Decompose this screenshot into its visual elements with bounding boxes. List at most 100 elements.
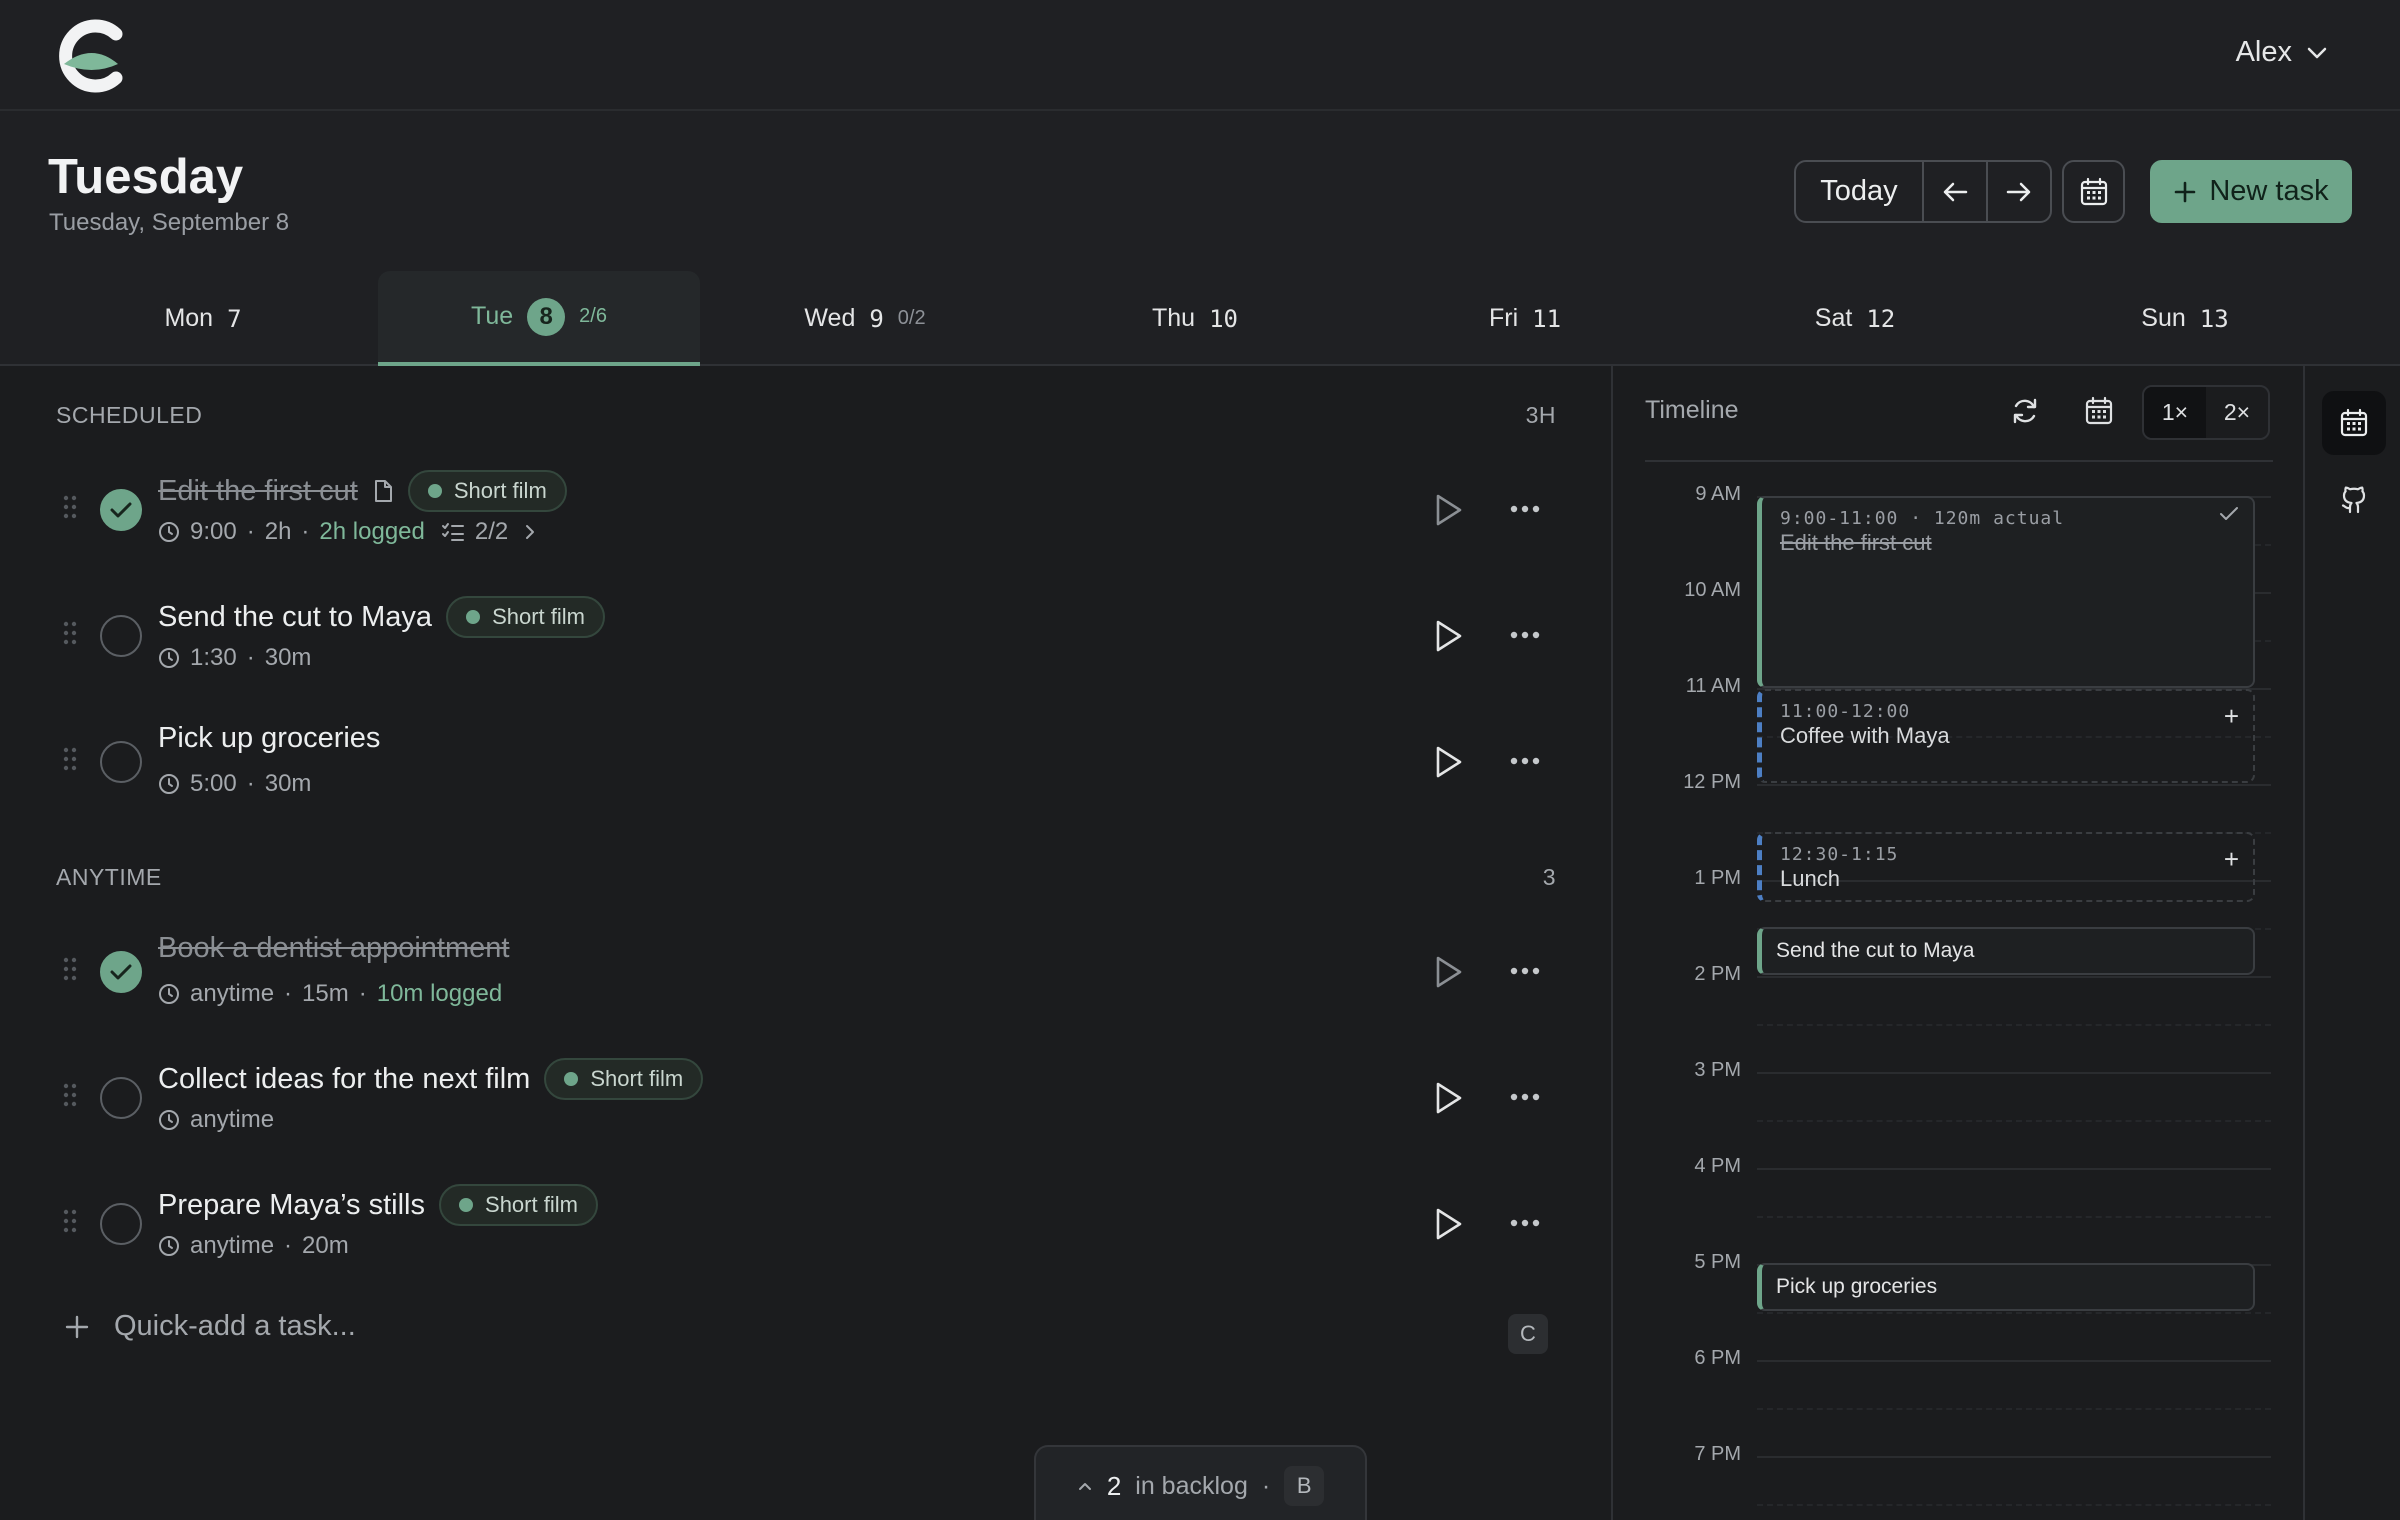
project-tag[interactable]: Short film (544, 1058, 704, 1100)
timeline-hour-line (1757, 1360, 2271, 1362)
calendar-icon (2080, 177, 2107, 205)
clock-icon (159, 984, 179, 1004)
project-tag[interactable]: Short film (446, 596, 605, 638)
more-options-icon[interactable] (1510, 756, 1540, 766)
backlog-label: in backlog (1135, 1471, 1248, 1500)
clock-icon (159, 774, 179, 794)
task-checkbox[interactable] (100, 741, 142, 783)
more-options-icon[interactable] (1510, 630, 1540, 640)
task-checkbox[interactable] (100, 1077, 142, 1119)
rail-github-button[interactable] (2322, 468, 2386, 532)
drag-handle-icon[interactable] (63, 621, 77, 645)
previous-day-button[interactable] (1924, 162, 1988, 221)
refresh-icon[interactable] (2010, 396, 2040, 426)
separator: · (284, 980, 293, 1007)
tab-day-tue[interactable]: Tue 8 2/6 (378, 271, 700, 366)
add-to-plan-icon[interactable]: + (2224, 701, 2239, 732)
calendar-icon[interactable] (2084, 396, 2114, 426)
app-logo[interactable] (54, 18, 130, 94)
timeline-event-edit-first-cut[interactable]: 9:00-11:00 · 120m actual Edit the first … (1757, 496, 2255, 688)
project-tag[interactable]: Short film (407, 470, 567, 512)
section-label: SCHEDULED (56, 402, 203, 428)
task-row[interactable]: Send the cut to Maya Short film 1:30 · 3… (0, 584, 1580, 694)
chevron-right-icon[interactable] (524, 523, 536, 541)
task-title[interactable]: Book a dentist appointment (158, 932, 509, 965)
play-icon[interactable] (1432, 618, 1464, 654)
timeline-panel: Timeline 1× 2× 9 AM 10 AM 11 AM 12 PM 1 PM 2 … (1615, 366, 2305, 1520)
task-row[interactable]: Collect ideas for the next film Short fi… (0, 1046, 1580, 1156)
task-logged: 10m logged (376, 980, 503, 1007)
task-title[interactable]: Pick up groceries (158, 722, 380, 755)
task-row[interactable]: Prepare Maya’s stills Short film anytime… (0, 1172, 1580, 1282)
drag-handle-icon[interactable] (63, 747, 77, 771)
play-icon[interactable] (1432, 492, 1464, 528)
task-checkbox[interactable] (100, 615, 142, 657)
separator: · (246, 770, 255, 797)
timeline-hour-label: 3 PM (1694, 1059, 1741, 1081)
task-row[interactable]: Book a dentist appointment anytime · 15m… (0, 920, 1580, 1030)
tab-day-wed[interactable]: Wed 9 0/2 (700, 271, 1030, 366)
drag-handle-icon[interactable] (63, 957, 77, 981)
user-menu[interactable]: Alex (2236, 36, 2328, 69)
drag-handle-icon[interactable] (63, 495, 77, 519)
separator: · (284, 1232, 293, 1259)
rail-calendar-button[interactable] (2322, 391, 2386, 455)
timeline-event-coffee-with-maya[interactable]: 11:00-12:00 Coffee with Maya + (1757, 689, 2255, 783)
timeline-hour-label: 2 PM (1694, 963, 1741, 985)
zoom-1x-button[interactable]: 1× (2144, 387, 2206, 438)
calendar-picker-button[interactable] (2062, 160, 2125, 223)
task-checkbox[interactable] (100, 489, 142, 531)
task-title[interactable]: Collect ideas for the next film (158, 1063, 530, 1096)
subtask-progress[interactable]: 2/2 (475, 518, 508, 546)
task-row[interactable]: Edit the first cut Short film 9:00 · 2h … (0, 458, 1580, 568)
next-day-button[interactable] (1988, 162, 2050, 221)
today-button[interactable]: Today (1796, 162, 1924, 221)
scheduled-section-header: SCHEDULED 3H (56, 402, 1556, 429)
task-checkbox[interactable] (100, 1203, 142, 1245)
project-tag[interactable]: Short film (439, 1184, 598, 1226)
quick-add-input[interactable]: Quick-add a task... (64, 1310, 356, 1343)
play-icon[interactable] (1432, 1080, 1464, 1116)
add-to-plan-icon[interactable]: + (2224, 844, 2239, 875)
tab-day-thu[interactable]: Thu 10 (1030, 271, 1360, 366)
chevron-down-icon (2307, 47, 2327, 58)
play-icon[interactable] (1432, 954, 1464, 990)
more-options-icon[interactable] (1510, 1218, 1540, 1228)
task-title[interactable]: Prepare Maya’s stills (158, 1189, 425, 1222)
tab-day-mon[interactable]: Mon 7 (48, 271, 358, 366)
drag-handle-icon[interactable] (63, 1083, 77, 1107)
zoom-2x-button[interactable]: 2× (2206, 387, 2268, 438)
timeline-half-hour-line (1757, 1408, 2271, 1410)
task-checkbox[interactable] (100, 951, 142, 993)
day-number: 13 (2199, 304, 2229, 333)
day-name: Thu (1152, 304, 1196, 332)
day-name: Fri (1488, 304, 1519, 332)
backlog-toggle[interactable]: 2 in backlog · B (1034, 1445, 1367, 1520)
arrow-left-icon (1943, 182, 1968, 201)
tag-dot (427, 484, 442, 498)
day-progress: 0/2 (897, 307, 926, 329)
task-row[interactable]: Pick up groceries 5:00 · 30m (0, 710, 1580, 820)
tag-label: Short film (492, 604, 585, 629)
drag-handle-icon[interactable] (63, 1209, 77, 1233)
task-title[interactable]: Edit the first cut (158, 475, 358, 508)
right-rail (2306, 366, 2400, 1520)
task-time: anytime (190, 1232, 275, 1259)
day-number: 10 (1209, 304, 1238, 333)
timeline-event-pick-up-groceries[interactable]: Pick up groceries (1757, 1263, 2255, 1311)
tab-day-fri[interactable]: Fri 11 (1360, 271, 1690, 366)
more-options-icon[interactable] (1510, 966, 1540, 976)
tab-day-sun[interactable]: Sun 13 (2020, 271, 2350, 366)
play-icon[interactable] (1432, 744, 1464, 780)
more-options-icon[interactable] (1510, 504, 1540, 514)
play-icon[interactable] (1432, 1206, 1464, 1242)
timeline-event-lunch[interactable]: 12:30-1:15 Lunch + (1757, 832, 2255, 902)
timeline-hour-line (1757, 976, 2271, 978)
section-total: 3H (1525, 402, 1556, 428)
tab-day-sat[interactable]: Sat 12 (1690, 271, 2020, 366)
timeline-event-send-cut[interactable]: Send the cut to Maya (1757, 927, 2255, 975)
timeline-hour-label: 1 PM (1694, 867, 1741, 889)
new-task-button[interactable]: New task (2150, 160, 2352, 223)
task-title[interactable]: Send the cut to Maya (158, 601, 432, 634)
more-options-icon[interactable] (1510, 1092, 1540, 1102)
